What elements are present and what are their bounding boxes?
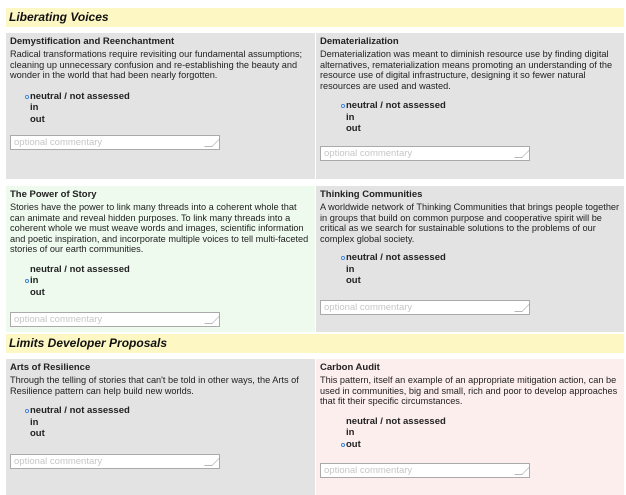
radio-in[interactable]: in	[10, 275, 311, 287]
pattern-card-dematerialization: Dematerialization Dematerialization was …	[316, 33, 624, 179]
resize-handle-icon[interactable]	[514, 467, 530, 475]
radio-button-icon[interactable]	[25, 291, 29, 295]
radio-in[interactable]: in	[326, 112, 620, 124]
resize-handle-icon[interactable]	[514, 150, 530, 158]
card-description: A worldwide network of Thinking Communit…	[320, 202, 620, 244]
resize-handle-icon[interactable]	[204, 316, 220, 324]
radio-neutral[interactable]: neutral / not assessed	[326, 416, 620, 428]
resize-handle-icon[interactable]	[204, 139, 220, 147]
assessment-radio-group: neutral / not assessed in out	[10, 264, 311, 299]
radio-button-icon[interactable]	[341, 256, 345, 260]
radio-neutral[interactable]: neutral / not assessed	[10, 91, 311, 103]
radio-button-icon[interactable]	[25, 118, 29, 122]
assessment-radio-group: neutral / not assessed in out	[320, 416, 620, 451]
radio-out[interactable]: out	[326, 123, 620, 135]
radio-button-icon[interactable]	[341, 268, 345, 272]
radio-out[interactable]: out	[10, 428, 311, 440]
radio-button-icon[interactable]	[341, 420, 345, 424]
radio-in[interactable]: in	[326, 427, 620, 439]
resize-handle-icon[interactable]	[204, 458, 220, 466]
card-description: Radical transformations require revisiti…	[10, 49, 303, 80]
radio-out[interactable]: out	[326, 275, 620, 287]
pattern-card-carbon-audit: Carbon Audit This pattern, itself an exa…	[316, 359, 624, 495]
radio-button-icon[interactable]	[341, 279, 345, 283]
card-description: Dematerialization was meant to diminish …	[320, 49, 613, 91]
radio-button-icon[interactable]	[25, 279, 29, 283]
radio-neutral[interactable]: neutral / not assessed	[326, 252, 620, 264]
commentary-input[interactable]: optional commentary	[10, 454, 220, 469]
radio-button-icon[interactable]	[341, 431, 345, 435]
radio-out[interactable]: out	[10, 287, 311, 299]
radio-in[interactable]: in	[10, 102, 311, 114]
assessment-radio-group: neutral / not assessed in out	[10, 91, 311, 126]
radio-button-icon[interactable]	[341, 116, 345, 120]
assessment-page: Liberating Voices Demystification and Re…	[0, 0, 626, 495]
radio-button-icon[interactable]	[25, 409, 29, 413]
card-title: Demystification and Reenchantment	[10, 36, 175, 47]
radio-button-icon[interactable]	[341, 127, 345, 131]
radio-button-icon[interactable]	[25, 432, 29, 436]
pattern-card-demystification: Demystification and Reenchantment Radica…	[6, 33, 315, 179]
assessment-radio-group: neutral / not assessed in out	[320, 252, 620, 287]
commentary-input[interactable]: optional commentary	[10, 135, 220, 150]
resize-handle-icon[interactable]	[514, 304, 530, 312]
assessment-radio-group: neutral / not assessed in out	[320, 100, 620, 135]
radio-button-icon[interactable]	[25, 268, 29, 272]
radio-button-icon[interactable]	[25, 106, 29, 110]
assessment-radio-group: neutral / not assessed in out	[10, 405, 311, 440]
card-description: This pattern, itself an example of an ap…	[320, 375, 618, 406]
radio-neutral[interactable]: neutral / not assessed	[10, 405, 311, 417]
pattern-card-power-of-story: The Power of Story Stories have the powe…	[6, 186, 315, 332]
section-header-liberating-voices: Liberating Voices	[6, 8, 624, 27]
radio-in[interactable]: in	[326, 264, 620, 276]
card-title: Dematerialization	[320, 36, 399, 47]
commentary-input[interactable]: optional commentary	[320, 463, 530, 478]
section-header-limits-developer-proposals: Limits Developer Proposals	[6, 334, 624, 353]
radio-neutral[interactable]: neutral / not assessed	[326, 100, 620, 112]
card-description: Through the telling of stories that can'…	[10, 375, 299, 396]
card-title: Thinking Communities	[320, 189, 423, 200]
radio-neutral[interactable]: neutral / not assessed	[10, 264, 311, 276]
commentary-input[interactable]: optional commentary	[10, 312, 220, 327]
radio-in[interactable]: in	[10, 417, 311, 429]
radio-button-icon[interactable]	[341, 104, 345, 108]
radio-button-icon[interactable]	[341, 442, 345, 447]
commentary-input[interactable]: optional commentary	[320, 300, 530, 315]
radio-button-icon[interactable]	[25, 94, 29, 99]
commentary-input[interactable]: optional commentary	[320, 146, 530, 161]
radio-out[interactable]: out	[10, 114, 311, 126]
pattern-card-arts-of-resilience: Arts of Resilience Through the telling o…	[6, 359, 315, 495]
radio-out[interactable]: out	[326, 439, 620, 451]
pattern-card-thinking-communities: Thinking Communities A worldwide network…	[316, 186, 624, 332]
card-description: Stories have the power to link many thre…	[10, 202, 309, 254]
card-title: Arts of Resilience	[10, 362, 91, 373]
card-title: The Power of Story	[10, 189, 97, 200]
radio-button-icon[interactable]	[25, 421, 29, 425]
card-title: Carbon Audit	[320, 362, 380, 373]
